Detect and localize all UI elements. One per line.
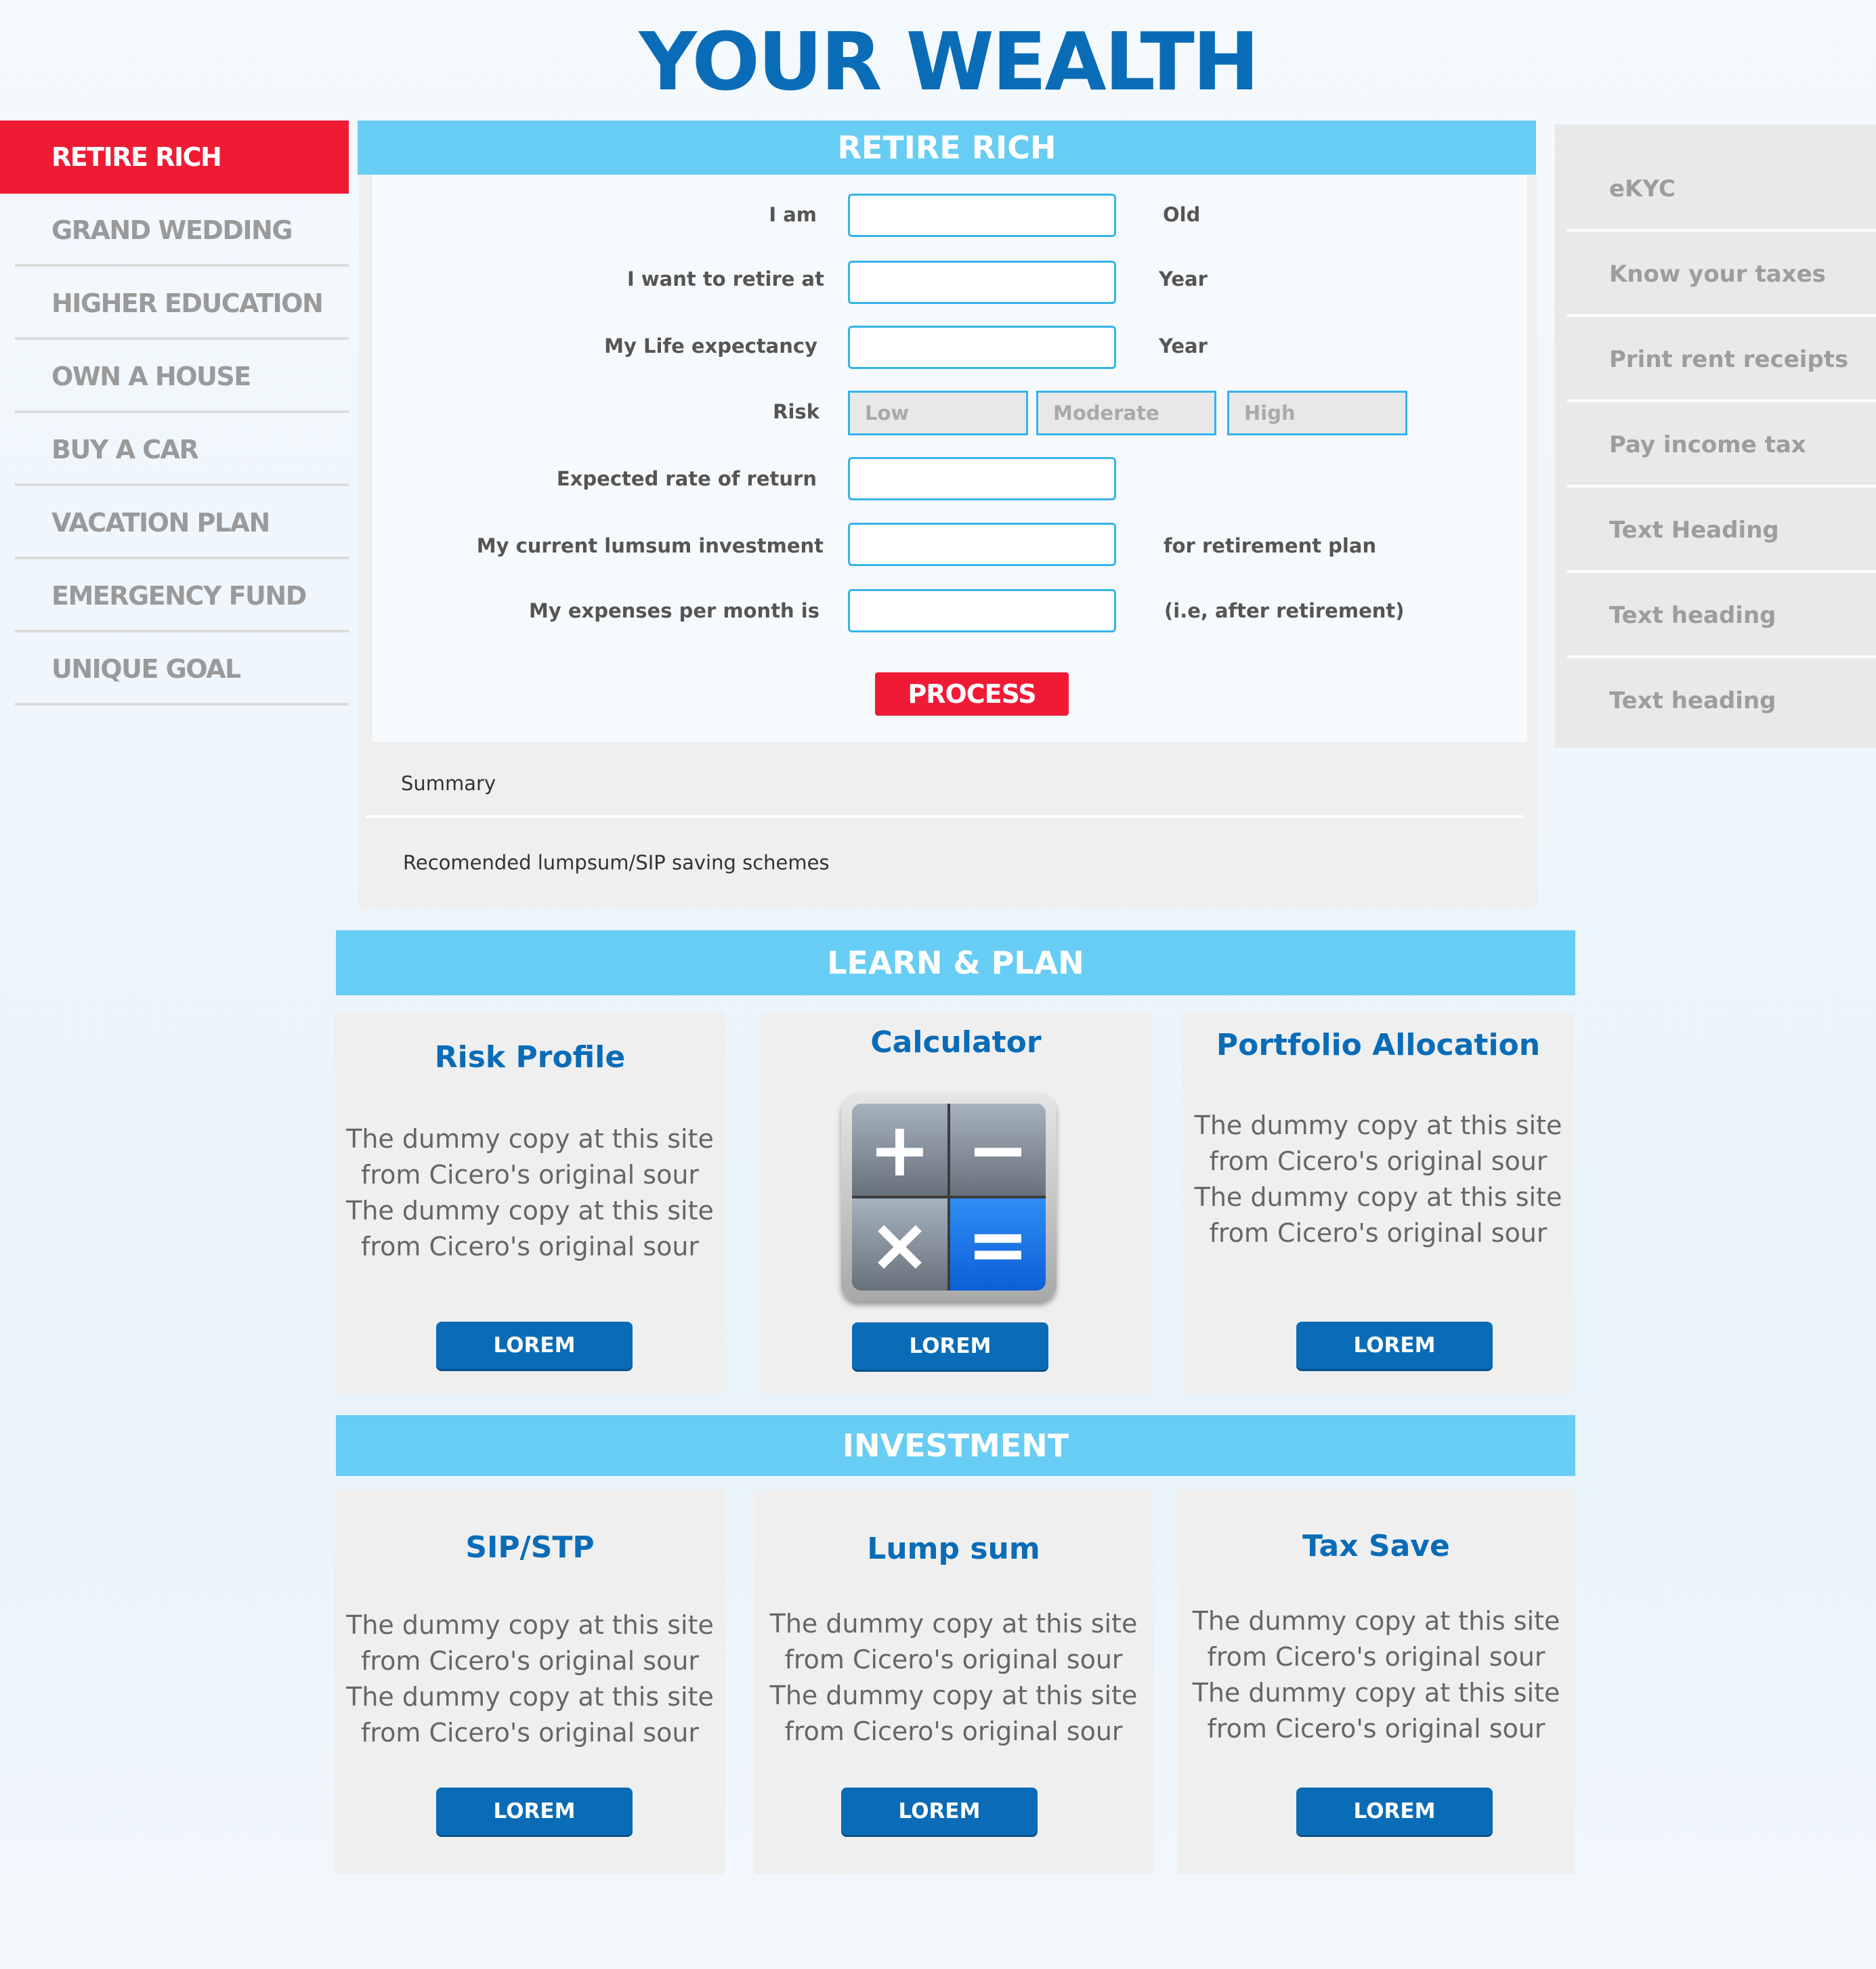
card-description: The dummy copy at this site from Cicero'… bbox=[1194, 1110, 1562, 1248]
process-button[interactable]: PROCESS bbox=[875, 672, 1069, 716]
life-expectancy-input[interactable] bbox=[848, 326, 1116, 369]
age-suffix: Old bbox=[1163, 203, 1201, 226]
calculator-icon[interactable]: + − × = bbox=[841, 1093, 1057, 1301]
risk-high-button[interactable]: High bbox=[1227, 391, 1407, 435]
card-description: The dummy copy at this site from Cicero'… bbox=[769, 1609, 1138, 1746]
multiply-key-icon: × bbox=[852, 1198, 947, 1291]
card-title: SIP/STP bbox=[465, 1530, 595, 1565]
plus-key-icon: + bbox=[852, 1104, 947, 1196]
nav-item-own-a-house[interactable]: OWN A HOUSE bbox=[0, 340, 349, 413]
card-title: Tax Save bbox=[1302, 1529, 1450, 1563]
card-title: Calculator bbox=[870, 1025, 1042, 1060]
risk-moderate-button[interactable]: Moderate bbox=[1036, 391, 1216, 435]
lumpsum-input[interactable] bbox=[848, 523, 1116, 566]
lumpsum-suffix: for retirement plan bbox=[1164, 534, 1377, 557]
nav-item-emergency-fund[interactable]: EMERGENCY FUND bbox=[0, 559, 349, 632]
right-item-text-heading-1[interactable]: Text Heading bbox=[1555, 488, 1876, 573]
card-portfolio-allocation: Portfolio Allocation The dummy copy at t… bbox=[1182, 1012, 1574, 1395]
nav-item-grand-wedding[interactable]: GRAND WEDDING bbox=[0, 194, 349, 267]
card-title: Risk Profile bbox=[434, 1040, 626, 1075]
lorem-button[interactable]: LOREM bbox=[841, 1788, 1038, 1835]
expenses-label: My expenses per month is bbox=[528, 599, 819, 622]
lorem-button[interactable]: LOREM bbox=[436, 1788, 633, 1835]
retire-rich-header: RETIRE RICH bbox=[358, 121, 1536, 175]
card-tax-save: Tax Save The dummy copy at this site fro… bbox=[1177, 1490, 1575, 1874]
right-item-pay-income-tax[interactable]: Pay income tax bbox=[1555, 402, 1876, 488]
equals-key-icon: = bbox=[950, 1198, 1046, 1291]
nav-item-higher-education[interactable]: HIGHER EDUCATION bbox=[0, 267, 349, 340]
nav-item-retire-rich[interactable]: RETIRE RICH bbox=[0, 121, 349, 194]
right-item-ekyc[interactable]: eKYC bbox=[1555, 146, 1876, 232]
investment-header: INVESTMENT bbox=[336, 1415, 1575, 1476]
right-item-know-your-taxes[interactable]: Know your taxes bbox=[1555, 232, 1876, 317]
summary-divider bbox=[366, 815, 1524, 818]
lorem-button[interactable]: LOREM bbox=[436, 1322, 633, 1369]
age-label: I am bbox=[769, 203, 817, 226]
card-lump-sum: Lump sum The dummy copy at this site fro… bbox=[754, 1490, 1153, 1874]
lorem-button[interactable]: LOREM bbox=[1296, 1788, 1493, 1835]
nav-item-vacation-plan[interactable]: VACATION PLAN bbox=[0, 486, 349, 559]
retire-age-label: I want to retire at bbox=[626, 267, 824, 290]
summary-label: Summary bbox=[401, 772, 496, 795]
right-panel: eKYC Know your taxes Print rent receipts… bbox=[1555, 125, 1876, 748]
rate-of-return-label: Expected rate of return bbox=[556, 467, 817, 490]
card-description: The dummy copy at this site from Cicero'… bbox=[1192, 1606, 1560, 1744]
recommended-schemes-label: Recomended lumpsum/SIP saving schemes bbox=[403, 851, 830, 874]
lorem-button[interactable]: LOREM bbox=[1296, 1322, 1493, 1369]
expenses-input[interactable] bbox=[848, 589, 1116, 632]
lorem-button[interactable]: LOREM bbox=[852, 1322, 1048, 1370]
life-expectancy-suffix: Year bbox=[1159, 334, 1208, 358]
nav-item-unique-goal[interactable]: UNIQUE GOAL bbox=[0, 632, 349, 706]
retire-age-suffix: Year bbox=[1159, 267, 1208, 290]
card-description: The dummy copy at this site from Cicero'… bbox=[346, 1610, 714, 1748]
card-description: The dummy copy at this site from Cicero'… bbox=[346, 1124, 714, 1261]
right-item-text-heading-2[interactable]: Text heading bbox=[1555, 573, 1876, 658]
card-title: Portfolio Allocation bbox=[1216, 1028, 1541, 1062]
card-risk-profile: Risk Profile The dummy copy at this site… bbox=[335, 1012, 725, 1395]
page-title: YOUR WEALTH bbox=[639, 15, 1259, 108]
expenses-suffix: (i.e, after retirement) bbox=[1164, 599, 1405, 622]
left-nav: RETIRE RICH GRAND WEDDING HIGHER EDUCATI… bbox=[0, 121, 349, 706]
retire-age-input[interactable] bbox=[848, 261, 1116, 304]
nav-item-buy-a-car[interactable]: BUY A CAR bbox=[0, 413, 349, 486]
risk-low-button[interactable]: Low bbox=[848, 391, 1028, 435]
right-item-text-heading-3[interactable]: Text heading bbox=[1555, 658, 1876, 743]
risk-label: Risk bbox=[773, 400, 819, 423]
lumpsum-label: My current lumsum investment bbox=[476, 534, 824, 557]
right-item-print-rent-receipts[interactable]: Print rent receipts bbox=[1555, 317, 1876, 402]
card-sip-stp: SIP/STP The dummy copy at this site from… bbox=[335, 1490, 725, 1874]
age-input[interactable] bbox=[848, 194, 1116, 237]
life-expectancy-label: My Life expectancy bbox=[604, 334, 817, 358]
rate-of-return-input[interactable] bbox=[848, 457, 1116, 500]
learn-plan-header: LEARN & PLAN bbox=[336, 930, 1575, 995]
minus-key-icon: − bbox=[950, 1104, 1046, 1196]
card-title: Lump sum bbox=[867, 1532, 1040, 1566]
